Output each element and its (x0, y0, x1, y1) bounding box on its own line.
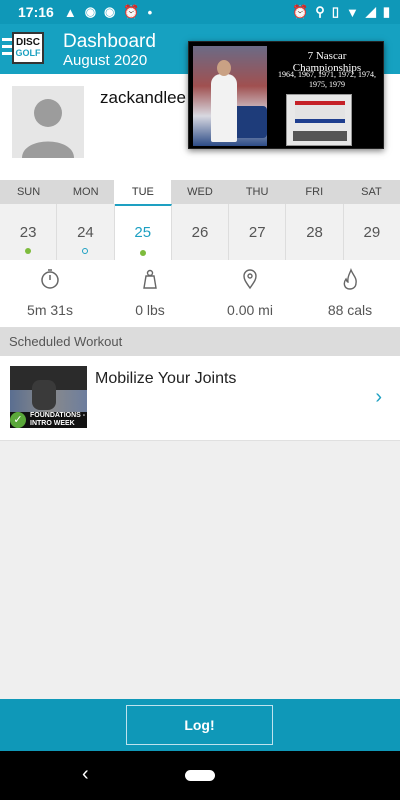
stats-row: 5m 31s 0 lbs 0.00 mi 88 cals (0, 260, 400, 328)
log-button[interactable]: Log! (126, 705, 273, 745)
day-number: 23 (19, 224, 37, 241)
ad-banner[interactable]: 7 Nascar Championships 1964, 1967, 1971,… (188, 41, 384, 149)
day-number: 29 (363, 224, 381, 241)
stat-duration: 5m 31s (0, 260, 100, 327)
app-root: 17:16 ▲ ◉ ◉ ⏰ • ⏰ ⚲ ▯ ▼ ◢ ▮ DISC GOLF Da… (0, 0, 400, 800)
check-icon: ✓ (10, 412, 26, 428)
battery-icon: ▮ (382, 4, 390, 19)
ad-plaque-band (295, 101, 345, 123)
person-icon (22, 99, 74, 158)
calendar-day-28[interactable]: 28 (286, 204, 344, 260)
navigation-icon: ▲ (63, 4, 77, 20)
calendar-day-23[interactable]: 23 (0, 204, 58, 260)
avatar[interactable] (12, 86, 84, 158)
empty-area (0, 441, 400, 699)
system-nav-bar: ‹ (0, 751, 400, 800)
weekday-wed: WED (187, 186, 213, 198)
weekday-mon: MON (72, 186, 99, 198)
weekday-tue: TUE (114, 180, 172, 204)
page-title: Dashboard (63, 31, 156, 52)
thumbnail-caption-line2: INTRO WEEK (30, 420, 75, 427)
status-icons-right: ⏰ ⚲ ▯ ▼ ◢ ▮ (292, 4, 390, 20)
circle-icon: ◉ (84, 4, 97, 19)
calendar-day-25[interactable]: 25 (114, 204, 172, 260)
location-icon: ⚲ (315, 4, 325, 19)
circle-icon: ◉ (104, 4, 116, 19)
status-bar: 17:16 ▲ ◉ ◉ ⏰ • ⏰ ⚲ ▯ ▼ ◢ ▮ (0, 0, 400, 24)
menu-icon[interactable] (2, 38, 12, 56)
weekday-sat: SAT (361, 186, 382, 198)
weekday-sun: SUN (16, 186, 41, 198)
workout-title: Mobilize Your Joints (95, 370, 237, 387)
stopwatch-icon (41, 269, 59, 289)
calendar-weekdays: SUN MON TUE WED THU FRI SAT (0, 180, 400, 204)
back-icon[interactable]: ‹ (82, 763, 89, 786)
day-number: 27 (248, 224, 266, 241)
stat-calories: 88 cals (300, 260, 400, 327)
calendar-day-27[interactable]: 27 (229, 204, 287, 260)
day-number: 28 (306, 224, 323, 241)
workout-thumbnail: FOUNDATIONS - INTRO WEEK ✓ (10, 366, 87, 428)
weight-icon (143, 269, 157, 289)
status-time: 17:16 (18, 4, 54, 20)
day-number: 24 (77, 224, 94, 241)
calendar-day-26[interactable]: 26 (172, 204, 230, 260)
ad-plaque (286, 94, 352, 146)
calendar-day-24[interactable]: 24 (57, 204, 115, 260)
weekday-fri: FRI (305, 186, 324, 198)
stat-calories-value: 88 cals (327, 302, 373, 318)
ad-driver-head (217, 60, 231, 76)
calendar-days: 23 24 25 26 27 28 29 (0, 204, 400, 260)
calendar-day-29[interactable]: 29 (344, 204, 400, 260)
stat-distance: 0.00 mi (200, 260, 300, 327)
alarm-icon: ⏰ (123, 4, 140, 19)
ad-years: 1964, 1967, 1971, 1972, 1974, 1975, 1979 (278, 70, 376, 89)
log-bar: Log! (0, 699, 400, 751)
flame-icon (343, 268, 357, 290)
scheduled-dot (82, 248, 89, 254)
workout-dot (25, 248, 32, 254)
scheduled-workout-item[interactable]: FOUNDATIONS - INTRO WEEK ✓ Mobilize Your… (0, 356, 400, 441)
chevron-right-icon[interactable]: › (375, 386, 382, 409)
stat-weight: 0 lbs (100, 260, 200, 327)
username: zackandlee (100, 88, 187, 107)
ad-plaque-label (293, 131, 347, 141)
location-pin-icon (243, 269, 257, 290)
stat-weight-value: 0 lbs (135, 302, 165, 318)
signal-icon: ◢ (365, 4, 376, 19)
day-number: 25 (134, 224, 152, 241)
scheduled-workout-header: Scheduled Workout (0, 328, 400, 356)
thumbnail-person (32, 380, 56, 410)
ad-driver-shape (211, 74, 237, 142)
dot-icon: • (147, 4, 153, 20)
wifi-icon: ▼ (345, 4, 359, 20)
ad-photo (193, 46, 267, 146)
disc-golf-logo: DISC GOLF (12, 32, 44, 64)
home-icon[interactable] (185, 770, 215, 781)
logo-text-bottom: GOLF (15, 48, 41, 58)
vibrate-icon: ▯ (331, 4, 339, 19)
workout-dot (139, 250, 146, 256)
page-subtitle: August 2020 (63, 52, 148, 69)
stat-duration-value: 5m 31s (27, 302, 73, 318)
thumbnail-caption-line1: FOUNDATIONS - (30, 412, 86, 419)
day-number: 26 (191, 224, 209, 241)
logo-text-top: DISC (16, 37, 40, 48)
alarm-icon: ⏰ (292, 4, 309, 19)
stat-distance-value: 0.00 mi (227, 302, 273, 318)
weekday-thu: THU (245, 186, 269, 198)
